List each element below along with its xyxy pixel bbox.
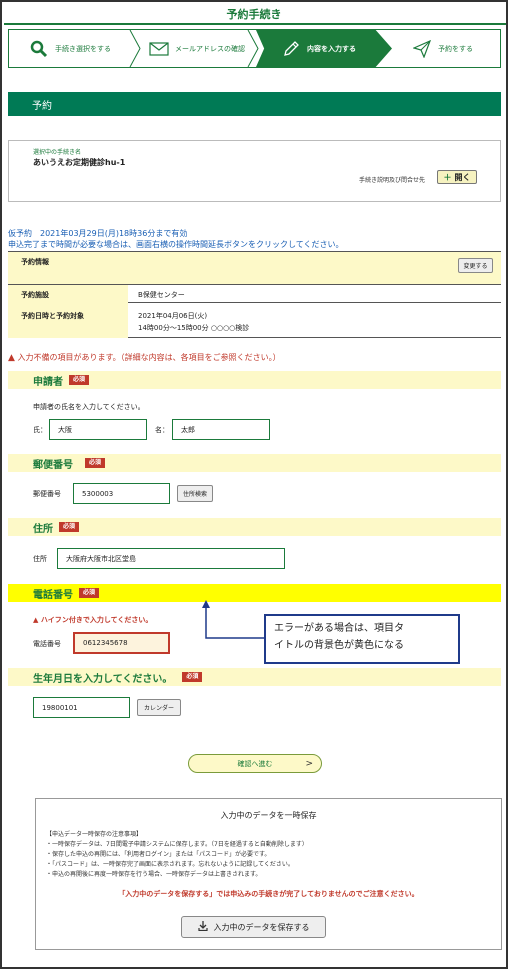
address-header: 住所 必須 [8, 518, 501, 536]
date-value: 2021年04月06日(火) [138, 312, 208, 320]
progress-steps: 手続き選択をする メールアドレスの確認 内容を入力する 予約をする [8, 29, 501, 68]
last-name-label: 氏： [33, 426, 47, 434]
change-button[interactable]: 変更する [458, 258, 493, 273]
step-label: 手続き選択をする [55, 44, 111, 53]
chevron-right-icon: > [305, 758, 313, 769]
address-input[interactable]: 大阪府大阪市北区堂島 [57, 548, 285, 569]
annotation-line-1: エラーがある場合は、項目タ [274, 623, 404, 634]
section-title: 予約 [32, 100, 52, 112]
required-badge: 必須 [69, 375, 90, 385]
selected-procedure-label: 選択中の手続き名 [33, 149, 82, 156]
mail-icon [149, 39, 169, 59]
address-title: 住所 [33, 523, 53, 535]
annotation-arrow [202, 600, 264, 639]
page-frame: 予約手続き 手続き選択をする メールアドレスの確認 内容を入力する 予約をする … [0, 0, 508, 969]
first-name-input[interactable]: 太郎 [172, 419, 270, 440]
applicant-title: 申請者 [33, 376, 63, 388]
title-divider [4, 23, 506, 25]
paper-plane-icon [412, 39, 432, 59]
reservation-info-title: 予約情報 [21, 258, 49, 266]
step-divider-chevron [129, 30, 141, 67]
warning-icon: ▲ [33, 616, 39, 624]
facility-label: 予約施設 [21, 291, 49, 299]
confirm-button[interactable]: 確認へ進む > [188, 754, 322, 773]
birthdate-input[interactable]: 19800101 [33, 697, 130, 718]
postal-label: 郵便番号 [33, 490, 61, 498]
applicant-header: 申請者 必須 [8, 371, 501, 389]
birthdate-header: 生年月日を入力してください。 必須 [8, 668, 501, 686]
procedure-help-text: 手続き説明及び問合せ先 [359, 177, 426, 184]
time-value: 14時00分～15時00分 ○○○○検診 [138, 324, 250, 332]
save-note: ・「パスコード」は、一時保存完了画面に表示されます。忘れないように記録してくださ… [46, 861, 294, 868]
open-button-label: 開く [454, 172, 471, 182]
required-badge: 必須 [85, 458, 106, 468]
step-confirm-email: メールアドレスの確認 [149, 30, 245, 67]
confirm-button-label: 確認へ進む [237, 759, 273, 768]
download-icon [197, 921, 208, 933]
phone-error-text: ハイフン付きで入力してください。 [40, 616, 153, 624]
annotation-line-2: イトルの背景色が黄色になる [274, 640, 404, 651]
selected-procedure-name: あいうえお定期健診hu-1 [33, 158, 126, 167]
step-label: 内容を入力する [307, 44, 356, 53]
step-select-procedure: 手続き選択をする [29, 30, 111, 67]
warning-icon: ▲ [8, 353, 15, 363]
section-header: 予約 [8, 92, 501, 116]
facility-value: B保健センター [138, 291, 185, 299]
save-note: ・保存した申込の再開には、「利用者ログイン」または「パスコード」が必要です。 [46, 851, 271, 858]
calendar-button[interactable]: カレンダー [137, 699, 181, 716]
step-enter-details: 内容を入力する [281, 30, 356, 67]
postal-code-input[interactable]: 5300003 [73, 483, 170, 504]
step-label: 予約をする [438, 44, 473, 53]
first-name-label: 名： [155, 426, 169, 434]
reservation-info-header [8, 251, 501, 285]
postal-title: 郵便番号 [33, 459, 73, 471]
provisional-notice: 仮予約 2021年03月29日(月)18時36分まで有効 [8, 229, 188, 238]
address-label: 住所 [33, 555, 47, 563]
step-reserve: 予約をする [412, 30, 473, 67]
extension-notice: 申込完了まで時間が必要な場合は、画面右横の操作時間延長ボタンをクリックしてくださ… [8, 240, 344, 249]
temp-save-title: 入力中のデータを一時保存 [220, 811, 317, 820]
step-divider-chevron [247, 30, 259, 67]
phone-error-message: ▲ ハイフン付きで入力してください。 [33, 615, 152, 625]
datetime-label: 予約日時と予約対象 [21, 312, 84, 320]
applicant-instruction: 申請者の氏名を入力してください。 [33, 403, 145, 411]
selected-procedure-box [8, 140, 501, 202]
pencil-icon [281, 39, 301, 59]
save-note: ・申込の再開後に再度一時保存を行う場合、一時保存データは上書きされます。 [46, 871, 262, 878]
page-title: 予約手続き [226, 8, 282, 21]
search-icon [29, 39, 49, 59]
required-badge: 必須 [59, 522, 80, 532]
form-error-text: 入力不備の項目があります。（詳細な内容は、各項目をご参照ください。） [17, 353, 281, 362]
open-button[interactable]: ＋ 開く [437, 170, 477, 184]
phone-title: 電話番号 [33, 589, 73, 601]
form-error-message: ▲ 入力不備の項目があります。（詳細な内容は、各項目をご参照ください。） [8, 352, 281, 363]
last-name-input[interactable]: 大阪 [49, 419, 147, 440]
address-search-button[interactable]: 住所検索 [177, 485, 213, 502]
annotation-callout: エラーがある場合は、項目タ イトルの背景色が黄色になる [264, 614, 460, 664]
postal-header: 郵便番号 必須 [8, 454, 501, 472]
required-badge: 必須 [79, 588, 100, 598]
required-badge: 必須 [182, 672, 203, 682]
temp-save-warning: 「入力中のデータを保存する」では申込みの手続きが完了しておりませんのでご注意くだ… [118, 890, 419, 898]
plus-icon: ＋ [443, 172, 452, 182]
save-note: 【申込データ一時保存の注意事項】 [46, 831, 143, 838]
phone-label: 電話番号 [33, 640, 61, 648]
step-label: メールアドレスの確認 [175, 44, 245, 53]
save-draft-button-label: 入力中のデータを保存する [213, 922, 310, 932]
phone-input[interactable]: 0612345678 [73, 632, 170, 654]
save-note: ・一時保存データは、7日間電子申請システムに保存します。（7日を経過すると自動削… [46, 841, 308, 848]
birthdate-title: 生年月日を入力してください。 [33, 673, 173, 685]
save-draft-button[interactable]: 入力中のデータを保存する [181, 916, 326, 938]
